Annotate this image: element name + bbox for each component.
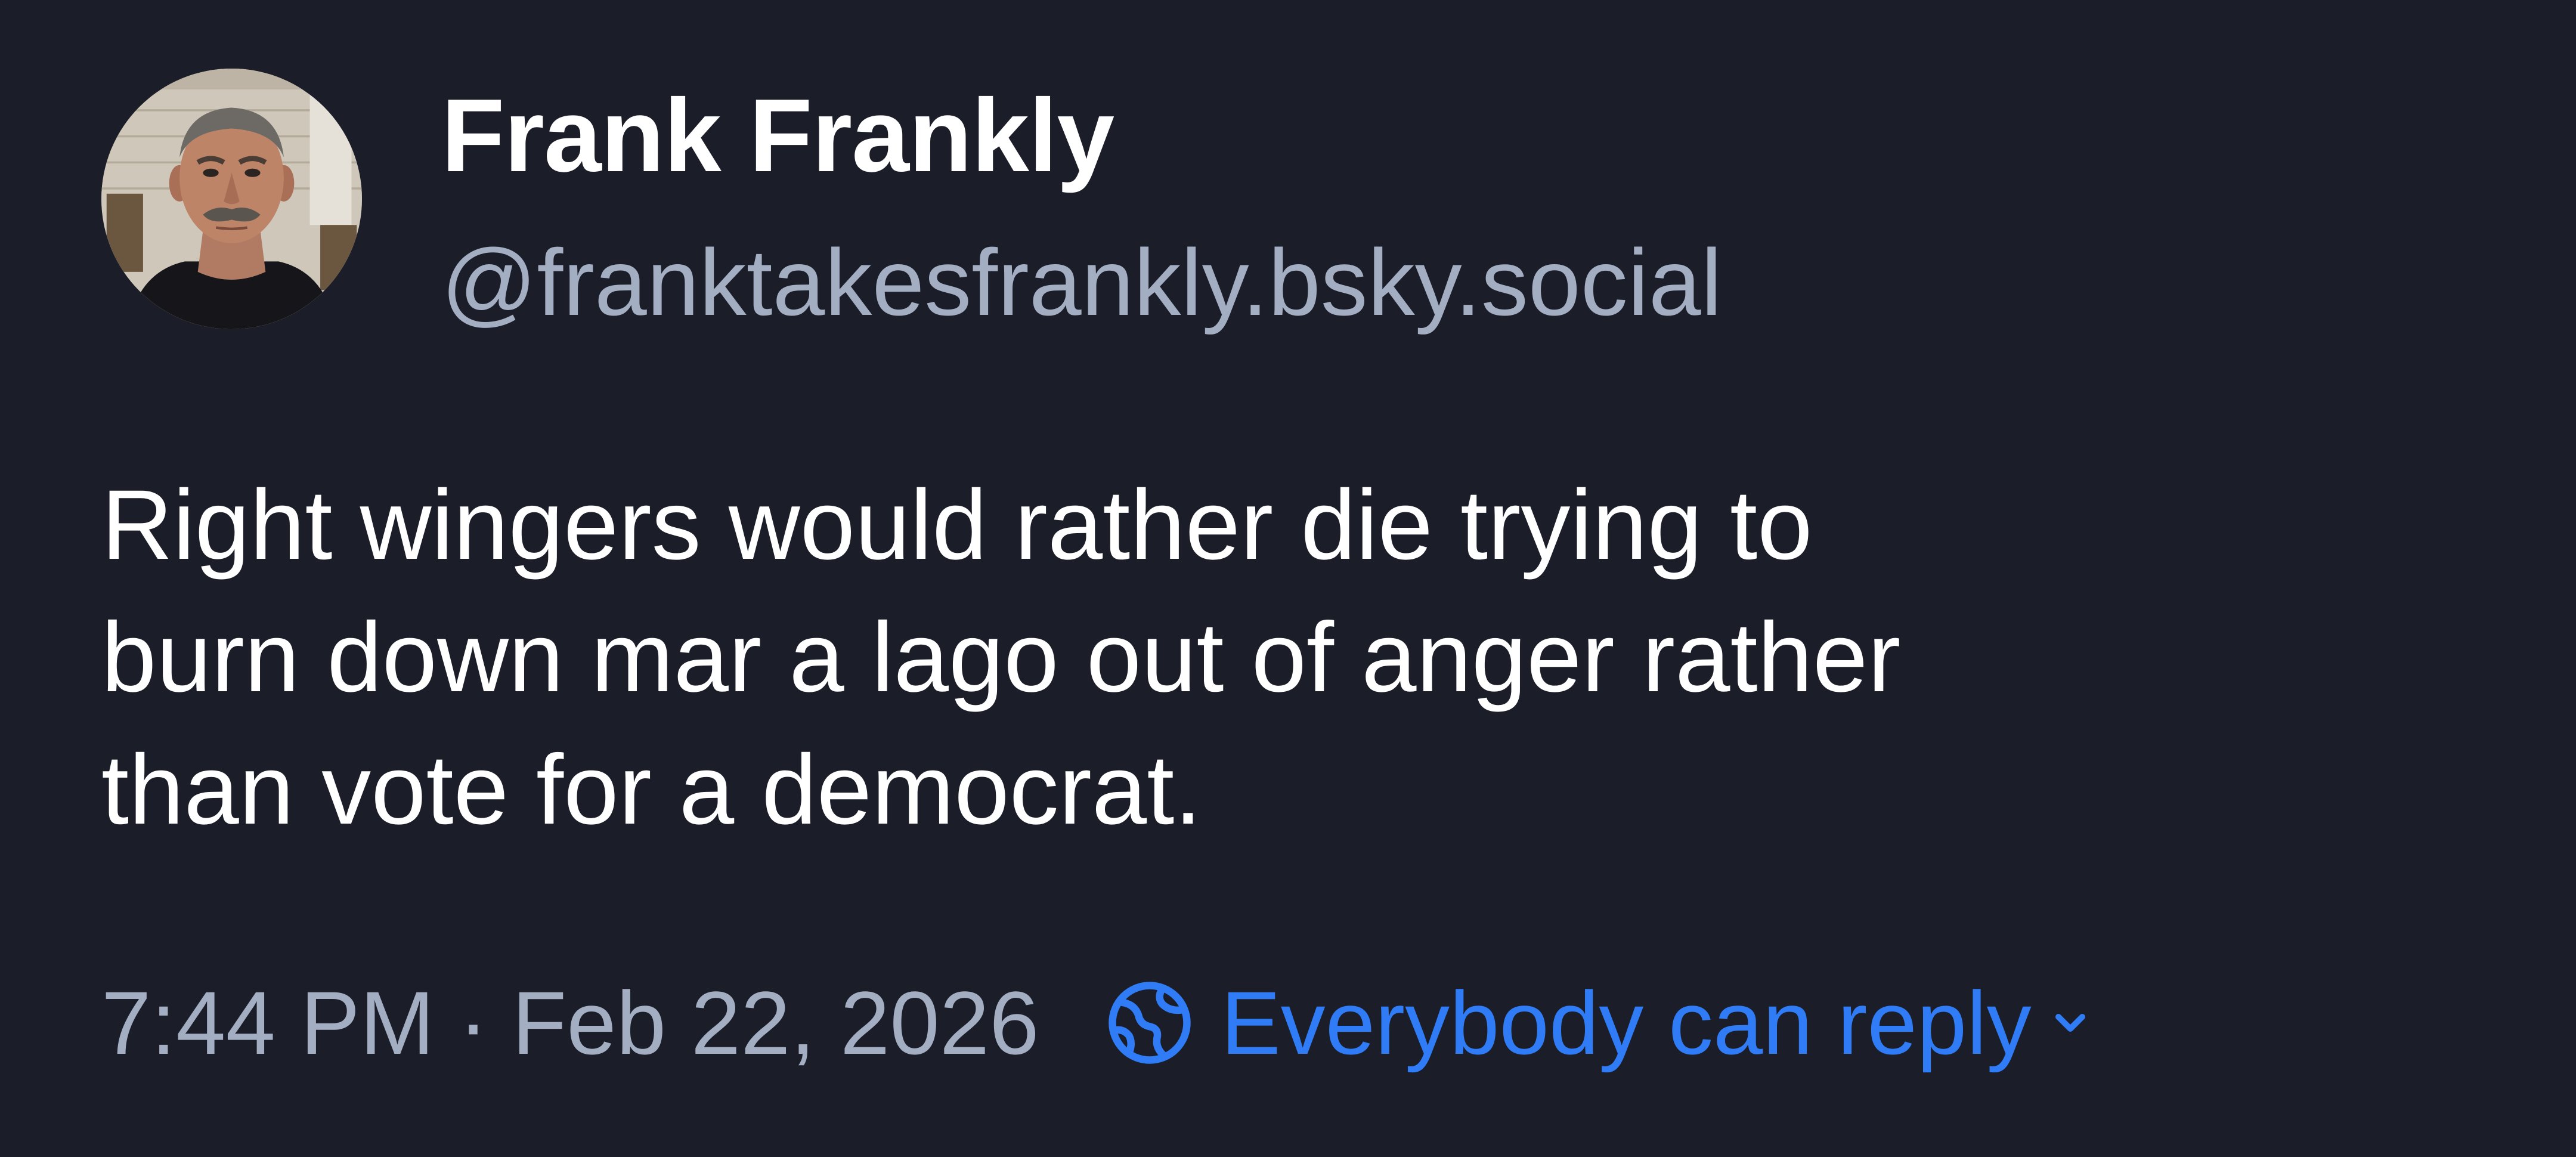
avatar[interactable] — [101, 69, 362, 329]
post-text-line: burn down mar a lago out of anger rather — [101, 602, 1901, 713]
meta-separator: · — [458, 973, 488, 1073]
post-text-line: Right wingers would rather die trying to — [101, 470, 1813, 580]
post-text-line: than vote for a democrat. — [101, 735, 1202, 845]
author-display-name[interactable]: Frank Frankly — [441, 83, 1114, 187]
post-meta: 7:44 PM · Feb 22, 2026 Everybody can rep… — [101, 972, 2094, 1074]
reply-setting-label: Everybody can reply — [1221, 973, 2032, 1073]
post-time: 7:44 PM — [101, 973, 435, 1073]
post-date: Feb 22, 2026 — [512, 973, 1039, 1073]
author-handle[interactable]: @franktakesfrankly.bsky.social — [441, 236, 1722, 330]
post-text: Right wingers would rather die trying to… — [101, 459, 2487, 856]
globe-icon — [1105, 978, 1194, 1068]
profile-photo — [101, 69, 362, 329]
post-card: Frank Frankly @franktakesfrankly.bsky.so… — [0, 0, 2576, 1157]
chevron-down-icon — [2046, 999, 2094, 1047]
reply-setting-button[interactable]: Everybody can reply — [1105, 978, 2094, 1068]
